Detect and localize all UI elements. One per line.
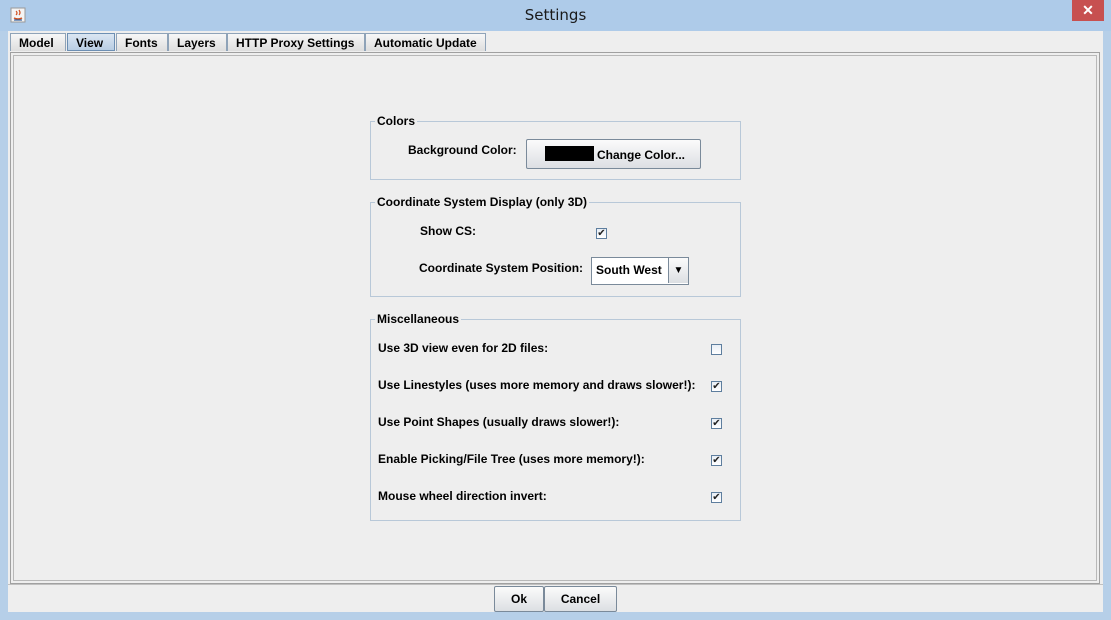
chevron-down-icon[interactable]: ▼ bbox=[668, 258, 688, 283]
coordinate-system-group: Coordinate System Display (only 3D) Show… bbox=[370, 195, 741, 297]
cancel-button[interactable]: Cancel bbox=[544, 586, 617, 612]
background-color-label: Background Color: bbox=[408, 143, 517, 157]
close-icon: ✕ bbox=[1082, 2, 1094, 18]
cs-position-select[interactable]: South West ▼ bbox=[591, 257, 689, 285]
miscellaneous-group: Miscellaneous Use 3D view even for 2D fi… bbox=[370, 312, 741, 521]
use-3d-view-checkbox[interactable] bbox=[711, 344, 722, 355]
tab-view[interactable]: View bbox=[67, 33, 115, 51]
tab-http-proxy-settings[interactable]: HTTP Proxy Settings bbox=[227, 33, 365, 51]
enable-picking-label: Enable Picking/File Tree (uses more memo… bbox=[378, 452, 645, 466]
coordinate-system-legend: Coordinate System Display (only 3D) bbox=[375, 195, 590, 209]
show-cs-checkbox[interactable]: ✔ bbox=[596, 228, 607, 239]
window-title: Settings bbox=[524, 6, 587, 24]
change-color-label: Change Color... bbox=[597, 148, 686, 162]
title-bar[interactable]: Settings ✕ bbox=[0, 0, 1111, 31]
background-color-swatch bbox=[545, 146, 594, 161]
colors-legend: Colors bbox=[375, 114, 418, 128]
use-point-shapes-checkbox[interactable]: ✔ bbox=[711, 418, 722, 429]
use-linestyles-checkbox[interactable]: ✔ bbox=[711, 381, 722, 392]
ok-button[interactable]: Ok bbox=[494, 586, 544, 612]
footer-divider bbox=[8, 584, 1103, 585]
close-button[interactable]: ✕ bbox=[1072, 0, 1104, 21]
tab-automatic-update[interactable]: Automatic Update bbox=[365, 33, 486, 51]
mouse-wheel-invert-checkbox[interactable]: ✔ bbox=[711, 492, 722, 503]
miscellaneous-legend: Miscellaneous bbox=[375, 312, 462, 326]
tab-model[interactable]: Model bbox=[10, 33, 66, 51]
tab-panel-inner: Colors Background Color: Change Color...… bbox=[13, 55, 1097, 581]
show-cs-label: Show CS: bbox=[420, 224, 476, 238]
colors-group: Colors Background Color: Change Color... bbox=[370, 114, 741, 180]
enable-picking-checkbox[interactable]: ✔ bbox=[711, 455, 722, 466]
tab-fonts[interactable]: Fonts bbox=[116, 33, 168, 51]
tab-layers[interactable]: Layers bbox=[168, 33, 227, 51]
cs-position-value: South West bbox=[596, 263, 662, 277]
change-color-button[interactable]: Change Color... bbox=[526, 139, 701, 169]
cs-position-label: Coordinate System Position: bbox=[419, 261, 584, 275]
settings-window: Settings ✕ Model View Fonts Layers HTTP … bbox=[0, 0, 1111, 620]
use-point-shapes-label: Use Point Shapes (usually draws slower!)… bbox=[378, 415, 620, 429]
use-3d-view-label: Use 3D view even for 2D files: bbox=[378, 341, 549, 355]
tab-panel-view: Colors Background Color: Change Color...… bbox=[10, 52, 1100, 584]
dialog-content: Model View Fonts Layers HTTP Proxy Setti… bbox=[8, 31, 1103, 612]
use-linestyles-label: Use Linestyles (uses more memory and dra… bbox=[378, 378, 696, 392]
mouse-wheel-invert-label: Mouse wheel direction invert: bbox=[378, 489, 547, 503]
